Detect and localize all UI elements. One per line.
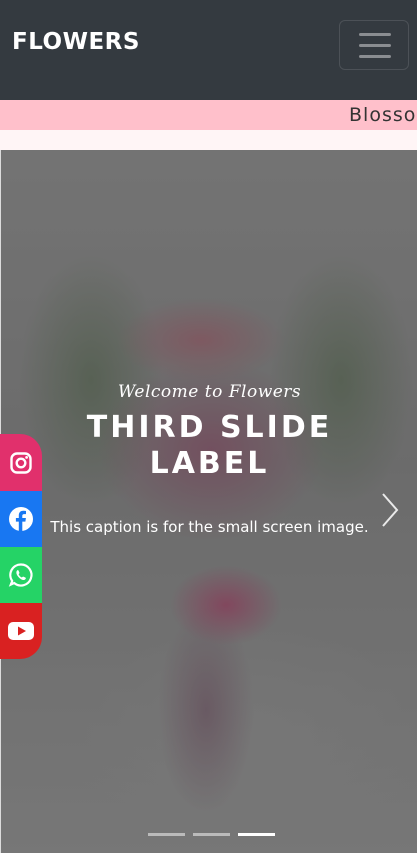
chevron-right-icon <box>382 493 399 527</box>
carousel-indicator[interactable] <box>193 833 230 836</box>
carousel-indicator-active[interactable] <box>238 833 275 836</box>
whatsapp-icon <box>8 563 33 587</box>
brand-link[interactable]: FLOWERS <box>12 29 140 55</box>
instagram-icon <box>10 451 32 474</box>
navbar-toggler-button[interactable] <box>339 20 409 70</box>
instagram-link[interactable] <box>0 434 42 491</box>
slide-text: This caption is for the small screen ima… <box>50 518 369 536</box>
marquee-text: Blossoms <box>349 104 417 126</box>
facebook-icon <box>9 507 33 531</box>
hero-carousel: Welcome to Flowers Third Slide Label Thi… <box>0 150 417 853</box>
navbar: FLOWERS <box>0 0 417 100</box>
hamburger-menu-icon-bar <box>359 55 391 58</box>
youtube-link[interactable] <box>0 603 42 659</box>
social-sidebar <box>0 434 42 659</box>
carousel-indicator[interactable] <box>148 833 185 836</box>
slide-title: Third Slide Label <box>86 410 333 481</box>
hamburger-menu-icon-bar <box>359 44 391 47</box>
slide-caption: Welcome to Flowers Third Slide Label Thi… <box>31 382 388 539</box>
spacer-strip <box>0 130 417 150</box>
youtube-icon <box>8 622 34 640</box>
marquee-bar: Blossoms <box>0 100 417 130</box>
hamburger-menu-icon <box>359 33 391 36</box>
facebook-link[interactable] <box>0 491 42 547</box>
slide-eyebrow: Welcome to Flowers <box>117 382 302 402</box>
whatsapp-link[interactable] <box>0 547 42 603</box>
carousel-next-button[interactable] <box>373 490 413 530</box>
